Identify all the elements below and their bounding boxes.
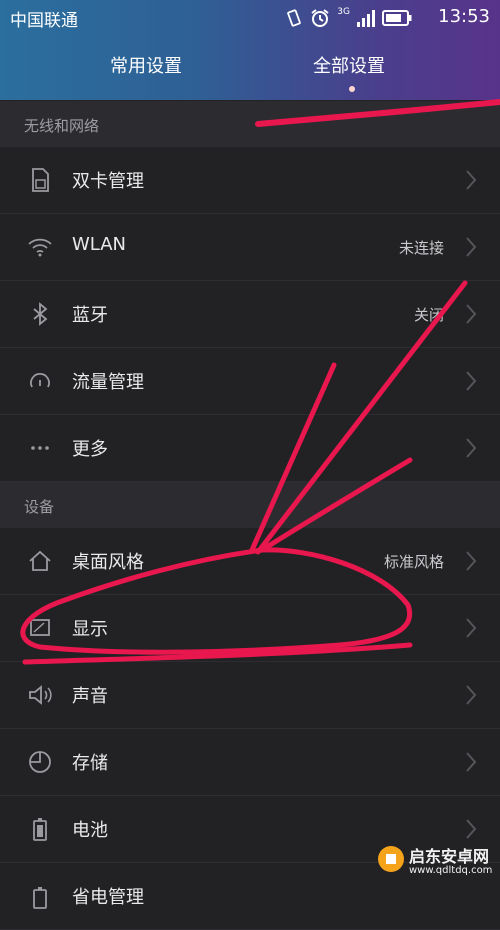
watermark: 启东安卓网 www.qdltdq.com [375, 835, 495, 885]
row-label: WLAN [72, 234, 127, 255]
row-sound[interactable]: 声音 [0, 662, 500, 729]
status-bar: 中国联通 3G 13:53 [0, 0, 500, 36]
chevron-right-icon [466, 752, 477, 772]
section-header-wireless: 无线和网络 [0, 101, 500, 147]
row-label: 省电管理 [72, 887, 144, 908]
alarm-icon [311, 9, 329, 27]
row-dual-sim[interactable]: 双卡管理 [0, 147, 500, 214]
network-type: 3G [337, 7, 350, 17]
data-usage-icon [30, 373, 50, 388]
chevron-right-icon [466, 438, 477, 458]
watermark-logo-icon [378, 846, 404, 872]
status-icons: 3G [285, 7, 412, 29]
power-saving-icon [33, 887, 47, 909]
row-label: 存储 [72, 753, 108, 774]
clock: 13:53 [438, 6, 490, 27]
row-label: 声音 [72, 686, 108, 707]
row-label: 双卡管理 [72, 171, 144, 192]
row-value: 未连接 [398, 239, 444, 257]
row-data-usage[interactable]: 流量管理 [0, 348, 500, 415]
chevron-right-icon [466, 371, 477, 391]
row-label: 流量管理 [72, 372, 144, 393]
section-title: 设备 [24, 498, 55, 516]
tab-common-settings[interactable]: 常用设置 [110, 52, 182, 78]
tab-bar: 常用设置 全部设置 [0, 52, 500, 92]
row-more[interactable]: 更多 [0, 415, 500, 482]
row-value: 标准风格 [383, 553, 444, 571]
tab-indicator [349, 86, 355, 92]
storage-icon [29, 751, 51, 773]
watermark-url: www.qdltdq.com [409, 865, 493, 876]
chevron-right-icon [466, 170, 477, 190]
display-icon [30, 619, 50, 636]
battery-status-icon [382, 10, 412, 26]
row-value: 关闭 [413, 306, 444, 324]
bluetooth-icon [33, 302, 48, 326]
row-bluetooth[interactable]: 蓝牙 关闭 [0, 281, 500, 348]
section-header-device: 设备 [0, 482, 500, 528]
row-label: 更多 [72, 439, 108, 460]
section-title: 无线和网络 [24, 117, 100, 135]
row-label: 蓝牙 [72, 305, 108, 326]
chevron-right-icon [466, 551, 477, 571]
wifi-icon [28, 238, 52, 257]
row-label: 显示 [72, 619, 108, 640]
carrier-name: 中国联通 [10, 11, 78, 31]
signal-icon [357, 10, 375, 27]
sim-card-icon [32, 168, 49, 192]
row-label: 电池 [72, 820, 108, 841]
chevron-right-icon [466, 685, 477, 705]
row-wlan[interactable]: WLAN 未连接 [0, 214, 500, 281]
row-label: 桌面风格 [72, 552, 144, 573]
battery-icon [33, 818, 47, 841]
row-desktop-style[interactable]: 桌面风格 标准风格 [0, 528, 500, 595]
chevron-right-icon [466, 237, 477, 257]
watermark-title: 启东安卓网 [409, 847, 490, 866]
home-icon [29, 550, 51, 571]
header: 中国联通 3G 13:53 常用设置 全部设置 [0, 0, 500, 100]
sound-icon [29, 685, 52, 705]
chevron-right-icon [466, 618, 477, 638]
tab-all-settings[interactable]: 全部设置 [313, 52, 385, 78]
vibrate-icon [287, 9, 302, 27]
row-storage[interactable]: 存储 [0, 729, 500, 796]
row-display[interactable]: 显示 [0, 595, 500, 662]
more-icon [31, 446, 49, 450]
chevron-right-icon [466, 304, 477, 324]
